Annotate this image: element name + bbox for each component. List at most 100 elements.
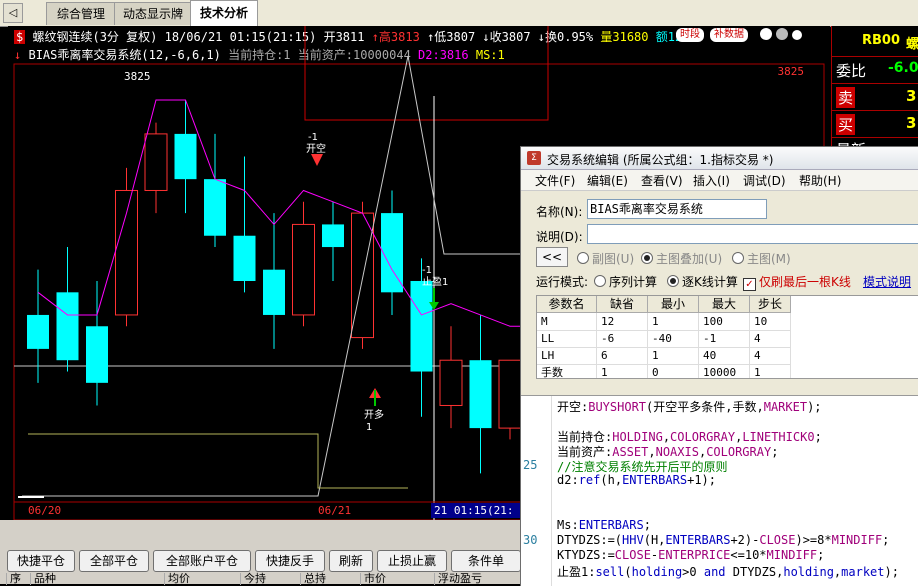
menu-file[interactable]: 文件(F) — [535, 172, 575, 189]
param-cell-3-3[interactable]: 10000 — [699, 364, 750, 378]
param-cell-2-1[interactable]: 6 — [597, 347, 648, 365]
param-cell-0-2[interactable]: 1 — [648, 313, 699, 331]
code-line[interactable]: 止盈1:sell(holding>0 and DTYDZS,holding,ma… — [557, 563, 899, 580]
radio-mainchart-icon — [732, 252, 744, 264]
candle-body-11 — [322, 224, 344, 248]
param-cell-0-4[interactable]: 10 — [750, 313, 791, 331]
code-token: BUYSHORT — [588, 400, 647, 414]
menu-edit[interactable]: 编辑(E) — [587, 172, 628, 189]
candle-body-10 — [292, 223, 315, 316]
buy-value: 3 — [906, 114, 917, 132]
th-today-pos: 今持 — [240, 573, 266, 585]
code-token: ref — [578, 473, 601, 487]
dialog-titlebar[interactable]: Σ 交易系统编辑 (所属公式组：1.指标交易 *) — [521, 147, 918, 170]
param-cell-3-0[interactable]: 手数 — [537, 364, 597, 378]
param-cell-2-2[interactable]: 1 — [648, 347, 699, 365]
th-floating-pnl: 浮动盈亏 — [434, 573, 482, 585]
close-all-button[interactable]: 全部平仓 — [79, 550, 149, 572]
candle-body-1 — [27, 314, 49, 349]
code-token: and — [703, 565, 726, 579]
quick-reverse-button[interactable]: 快捷反手 — [255, 550, 325, 572]
param-header-step: 步长 — [750, 296, 791, 313]
close-all-accounts-button[interactable]: 全部账户平仓 — [153, 550, 251, 572]
app-icon: Σ — [527, 151, 541, 165]
param-cell-1-1[interactable]: -6 — [597, 330, 648, 348]
max-price-label: 3825 — [124, 70, 151, 83]
quick-close-button[interactable]: 快捷平仓 — [7, 550, 75, 572]
menu-insert[interactable]: 插入(I) — [693, 172, 730, 189]
code-token: holding — [783, 565, 834, 579]
code-line[interactable]: 开空:BUYSHORT(开空平多条件,手数,MARKET); — [557, 398, 822, 415]
description-input[interactable] — [587, 224, 918, 244]
candle-body-2 — [56, 292, 79, 361]
code-token: LINETHICK0 — [742, 430, 815, 444]
formula-code-editor[interactable]: 25 30 开空:BUYSHORT(开空平多条件,手数,MARKET); 当前持仓:… — [521, 395, 918, 586]
params-table[interactable]: 参数名 缺省 最小 最大 步长 M 12 1 100 10 LL -6 -40 -1 4 LH 6 1 4… — [536, 295, 918, 379]
th-index: 序 — [6, 573, 21, 585]
param-cell-0-3[interactable]: 100 — [699, 313, 750, 331]
candle-body-13 — [381, 213, 403, 293]
param-cell-1-2[interactable]: -40 — [648, 330, 699, 348]
collapse-button[interactable]: << — [536, 247, 568, 267]
candle-body-16 — [469, 360, 492, 429]
quote-row-buy: 买 3 — [832, 111, 918, 138]
candle-body-7 — [204, 179, 226, 236]
code-line[interactable]: KTYDZS:=CLOSE-ENTERPRICE<=10*MINDIFF; — [557, 548, 824, 562]
stop-signal-line2: 止盈1 — [422, 276, 448, 288]
mode-help-link[interactable]: 模式说明 — [863, 273, 911, 290]
radio-mainchart[interactable]: 主图(M) — [732, 250, 791, 267]
tab-overview[interactable]: 综合管理 — [46, 2, 116, 25]
trading-system-editor-dialog: Σ 交易系统编辑 (所属公式组：1.指标交易 *) 文件(F) 编辑(E) 查看… — [520, 146, 918, 586]
th-avg-price: 均价 — [164, 573, 190, 585]
date-label-0621: 06/21 — [318, 504, 351, 517]
param-cell-0-0[interactable]: M — [537, 313, 597, 331]
menu-view[interactable]: 查看(V) — [641, 172, 683, 189]
param-cell-1-4[interactable]: 4 — [750, 330, 791, 348]
stop-loss-button[interactable]: 止损止赢 — [377, 550, 447, 572]
param-cell-3-4[interactable]: 1 — [750, 364, 791, 378]
param-cell-1-0[interactable]: LL — [537, 330, 597, 348]
candle-body-8 — [233, 235, 256, 281]
code-token: market — [841, 565, 885, 579]
code-line[interactable]: d2:ref(h,ENTERBARS+1); — [557, 473, 716, 487]
name-input[interactable]: BIAS乖离率交易系统 — [587, 199, 767, 219]
candle-body-12 — [351, 212, 374, 339]
tab-technical-analysis[interactable]: 技术分析 — [190, 0, 258, 26]
param-cell-3-2[interactable]: 0 — [648, 364, 699, 378]
code-token: MINDIFF — [831, 533, 883, 547]
radio-subchart[interactable]: 副图(U) — [577, 250, 634, 267]
radio-bar-calc[interactable]: 逐K线计算 — [667, 273, 738, 290]
param-cell-1-3[interactable]: -1 — [699, 330, 750, 348]
name-label: 名称(N): — [536, 205, 583, 219]
param-cell-0-1[interactable]: 12 — [597, 313, 648, 331]
tab-bar: ◁ 综合管理 动态显示牌 技术分析 — [0, 0, 918, 27]
date-label-0620: 06/20 — [28, 504, 61, 517]
param-header-min: 最小 — [648, 296, 699, 313]
radio-sequence-calc[interactable]: 序列计算 — [594, 273, 657, 290]
param-cell-2-4[interactable]: 4 — [750, 347, 791, 365]
run-mode-label: 运行模式: — [536, 275, 589, 289]
selection-box — [304, 26, 549, 121]
long-signal-line2: 1 — [366, 422, 372, 433]
param-cell-2-3[interactable]: 40 — [699, 347, 750, 365]
code-token: HHV — [622, 533, 644, 547]
quote-row-ratio: 委比 -6.0 — [832, 57, 918, 84]
tab-scroll-left-button[interactable]: ◁ — [3, 3, 23, 23]
refresh-button[interactable]: 刷新 — [329, 550, 373, 572]
param-cell-3-1[interactable]: 1 — [597, 364, 648, 378]
menu-debug[interactable]: 调试(D) — [743, 172, 786, 189]
param-cell-2-0[interactable]: LH — [537, 347, 597, 365]
line-number: 30 — [523, 533, 538, 547]
tab-dynamic-board[interactable]: 动态显示牌 — [114, 2, 192, 25]
candle-body-17 — [498, 359, 522, 429]
code-token: holding — [631, 565, 683, 579]
candle-body-14 — [410, 281, 433, 372]
code-line[interactable]: DTYDZS:=(HHV(H,ENTERBARS+2)-CLOSE)>=8*MI… — [557, 533, 889, 547]
sell-label: 卖 — [836, 87, 856, 108]
menu-help[interactable]: 帮助(H) — [799, 172, 841, 189]
radio-overlay[interactable]: 主图叠加(U) — [641, 250, 722, 267]
code-line[interactable]: Ms:ENTERBARS; — [557, 518, 651, 532]
candle-body-3 — [86, 326, 108, 383]
refresh-last-checkbox[interactable]: ✓ 仅刷最后一根K线 — [743, 273, 851, 291]
conditional-order-button[interactable]: 条件单 — [451, 550, 521, 572]
